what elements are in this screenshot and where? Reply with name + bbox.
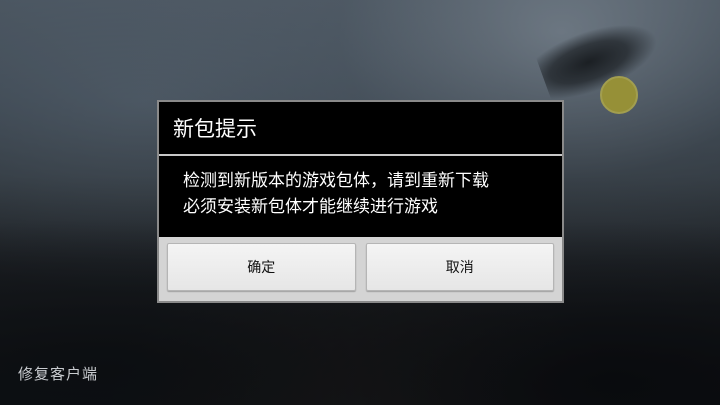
- new-package-dialog: 新包提示 检测到新版本的游戏包体，请到重新下载 必须安装新包体才能继续进行游戏 …: [157, 100, 564, 303]
- dialog-title: 新包提示: [159, 102, 562, 156]
- dialog-message: 检测到新版本的游戏包体，请到重新下载 必须安装新包体才能继续进行游戏: [159, 156, 562, 239]
- cancel-button[interactable]: 取消: [365, 243, 554, 291]
- dialog-message-line2: 必须安装新包体才能继续进行游戏: [183, 197, 438, 217]
- dialog-button-bar: 确定 取消: [159, 237, 562, 301]
- dialog-message-line1: 检测到新版本的游戏包体，请到重新下载: [183, 171, 489, 191]
- confirm-button[interactable]: 确定: [167, 243, 356, 291]
- repair-client-link[interactable]: 修复客户端: [18, 363, 98, 384]
